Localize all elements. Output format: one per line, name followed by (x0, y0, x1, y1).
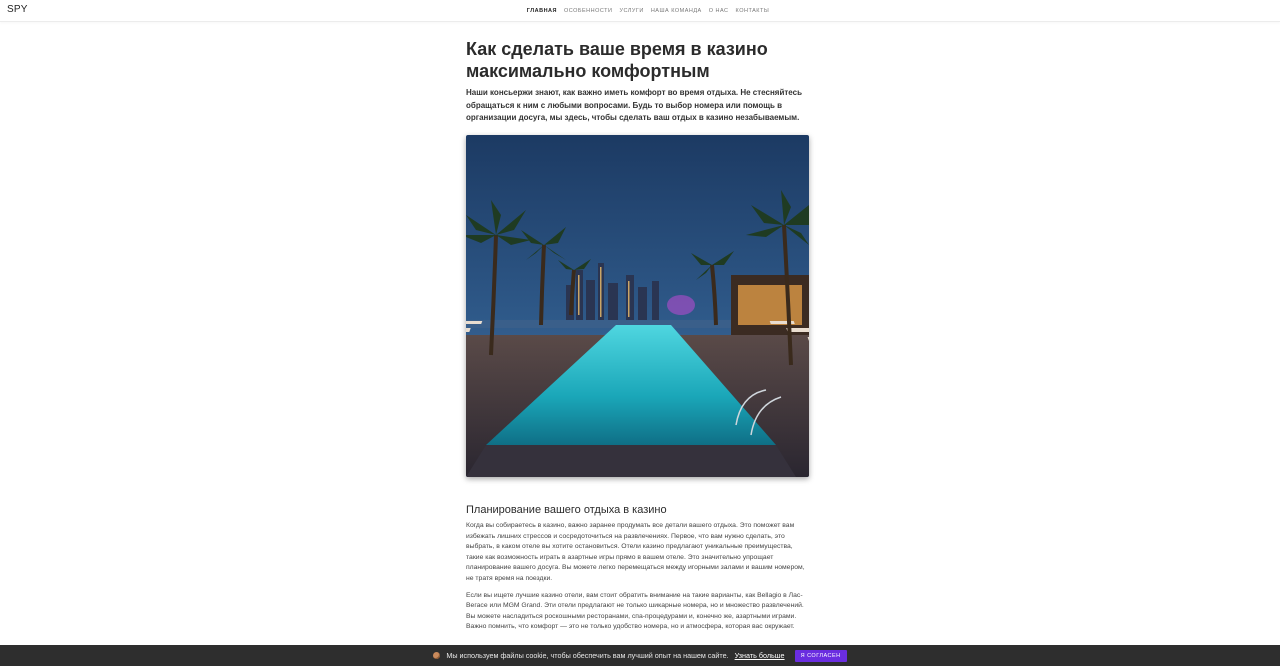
cookie-icon (433, 652, 441, 659)
cookie-learn-more-link[interactable]: Узнать больше (735, 651, 785, 660)
article-header: Как сделать ваше время в казино максимал… (466, 38, 809, 125)
section-paragraph-2: Если вы ищете лучшие казино отели, вам с… (466, 591, 804, 631)
nav-item-contacts[interactable]: Контакты (736, 8, 770, 14)
section-paragraph-1: Когда вы собираетесь в казино, важно зар… (466, 522, 805, 582)
site-header: SPY Главная Особенности Услуги Наша кома… (0, 0, 1280, 22)
cookie-accept-button[interactable]: Я согласен (794, 649, 847, 662)
nav-item-services[interactable]: Услуги (619, 8, 643, 14)
page-title: Как сделать ваше время в казино максимал… (466, 39, 768, 81)
planning-section: Планирование вашего отдыха в казино Когд… (466, 503, 809, 633)
main-nav: Главная Особенности Услуги Наша команда … (0, 0, 1280, 22)
lead-paragraph: Наши консьержи знают, как важно иметь ко… (466, 88, 802, 122)
cookie-banner: Мы используем файлы cookie, чтобы обеспе… (0, 645, 1280, 666)
cookie-message: Мы используем файлы cookie, чтобы обеспе… (446, 651, 729, 660)
nav-item-home[interactable]: Главная (527, 8, 557, 14)
hero-image-pool (466, 135, 809, 477)
nav-item-about[interactable]: О нас (709, 8, 729, 14)
nav-item-features[interactable]: Особенности (564, 8, 613, 14)
section-title: Планирование вашего отдыха в казино (466, 504, 667, 516)
nav-item-team[interactable]: Наша команда (651, 8, 702, 14)
